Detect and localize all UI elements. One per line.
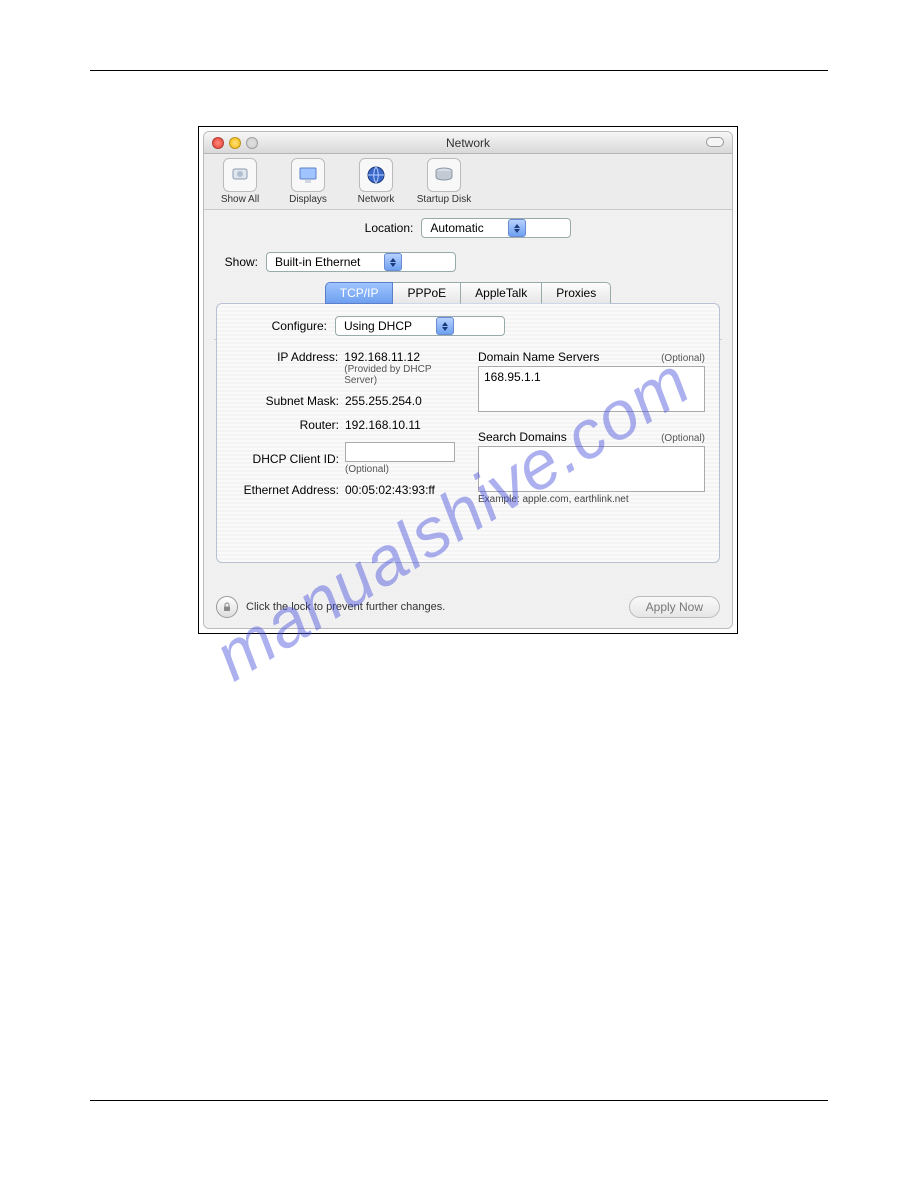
ip-address-row: IP Address: 192.168.11.12 (Provided by D… bbox=[231, 350, 466, 386]
toolbar-show-all[interactable]: Show All bbox=[212, 158, 268, 205]
lock-text: Click the lock to prevent further change… bbox=[246, 601, 445, 613]
router-label: Router: bbox=[231, 418, 339, 432]
tab-proxies[interactable]: Proxies bbox=[542, 282, 611, 304]
dhcp-client-label: DHCP Client ID: bbox=[231, 452, 339, 466]
show-all-icon bbox=[223, 158, 257, 192]
toolbar: Show All Displays Network Startup Disk bbox=[204, 154, 732, 210]
configure-value: Using DHCP bbox=[344, 319, 432, 333]
panel-columns: IP Address: 192.168.11.12 (Provided by D… bbox=[231, 350, 705, 505]
window-title: Network bbox=[204, 136, 732, 150]
subnet-row: Subnet Mask: 255.255.254.0 bbox=[231, 394, 466, 408]
configure-row: Configure: Using DHCP bbox=[231, 316, 705, 336]
location-label: Location: bbox=[365, 221, 414, 235]
show-select[interactable]: Built-in Ethernet bbox=[266, 252, 456, 272]
tcpip-panel: Configure: Using DHCP IP Address: 192.16… bbox=[216, 303, 720, 563]
chevron-updown-icon bbox=[436, 317, 454, 335]
ip-address-value: 192.168.11.12 bbox=[344, 350, 466, 364]
dns-label: Domain Name Servers bbox=[478, 350, 599, 364]
titlebar: Network bbox=[204, 132, 732, 154]
dns-textarea[interactable]: 168.95.1.1 bbox=[478, 366, 705, 412]
ethernet-value: 00:05:02:43:93:ff bbox=[345, 483, 435, 497]
dhcp-client-note: (Optional) bbox=[345, 464, 455, 475]
startup-disk-icon bbox=[427, 158, 461, 192]
dhcp-client-input[interactable] bbox=[345, 442, 455, 462]
dns-label-row: Domain Name Servers (Optional) bbox=[478, 350, 705, 364]
location-select[interactable]: Automatic bbox=[421, 218, 571, 238]
toolbar-label: Startup Disk bbox=[417, 194, 471, 205]
toolbar-label: Displays bbox=[289, 194, 327, 205]
search-domains-label: Search Domains bbox=[478, 430, 567, 444]
network-prefs-window: Network Show All Displays Network bbox=[203, 131, 733, 629]
configure-select[interactable]: Using DHCP bbox=[335, 316, 505, 336]
lock-button[interactable] bbox=[216, 596, 238, 618]
tab-tcpip[interactable]: TCP/IP bbox=[325, 282, 394, 304]
ip-address-note: (Provided by DHCP Server) bbox=[344, 364, 466, 386]
show-value: Built-in Ethernet bbox=[275, 255, 380, 269]
network-icon bbox=[359, 158, 393, 192]
chevron-updown-icon bbox=[384, 253, 402, 271]
panel-right-column: Domain Name Servers (Optional) 168.95.1.… bbox=[478, 350, 705, 505]
toolbar-displays[interactable]: Displays bbox=[280, 158, 336, 205]
router-row: Router: 192.168.10.11 bbox=[231, 418, 466, 432]
show-row: Show: Built-in Ethernet bbox=[214, 252, 732, 272]
location-row: Location: Automatic bbox=[204, 218, 732, 238]
location-value: Automatic bbox=[430, 221, 503, 235]
dns-optional: (Optional) bbox=[661, 353, 705, 364]
search-domains-optional: (Optional) bbox=[661, 433, 705, 444]
lock-icon bbox=[221, 601, 233, 613]
window-body: Location: Automatic Show: Built-in Ether… bbox=[204, 210, 732, 628]
displays-icon bbox=[291, 158, 325, 192]
chevron-updown-icon bbox=[508, 219, 526, 237]
tab-pppoe[interactable]: PPPoE bbox=[393, 282, 461, 304]
subnet-label: Subnet Mask: bbox=[231, 394, 339, 408]
lock-row: Click the lock to prevent further change… bbox=[216, 596, 445, 618]
show-label: Show: bbox=[214, 255, 258, 269]
panel-left-column: IP Address: 192.168.11.12 (Provided by D… bbox=[231, 350, 466, 505]
tab-bar: TCP/IP PPPoE AppleTalk Proxies bbox=[204, 282, 732, 304]
subnet-value: 255.255.254.0 bbox=[345, 394, 422, 408]
ethernet-label: Ethernet Address: bbox=[231, 483, 339, 497]
configure-label: Configure: bbox=[231, 319, 327, 333]
ip-address-label: IP Address: bbox=[231, 350, 338, 364]
apply-now-button[interactable]: Apply Now bbox=[629, 596, 720, 618]
toolbar-network[interactable]: Network bbox=[348, 158, 404, 205]
toolbar-toggle-icon[interactable] bbox=[706, 137, 724, 147]
router-value: 192.168.10.11 bbox=[345, 418, 421, 432]
search-domains-textarea[interactable] bbox=[478, 446, 705, 492]
window-footer: Click the lock to prevent further change… bbox=[216, 596, 720, 618]
toolbar-startup-disk[interactable]: Startup Disk bbox=[416, 158, 472, 205]
toolbar-label: Network bbox=[358, 194, 395, 205]
dhcp-client-row: DHCP Client ID: (Optional) bbox=[231, 442, 466, 475]
toolbar-label: Show All bbox=[221, 194, 259, 205]
page-rule-top bbox=[90, 70, 828, 71]
tab-appletalk[interactable]: AppleTalk bbox=[461, 282, 542, 304]
search-domains-example: Example: apple.com, earthlink.net bbox=[478, 494, 705, 505]
search-label-row: Search Domains (Optional) bbox=[478, 430, 705, 444]
ethernet-row: Ethernet Address: 00:05:02:43:93:ff bbox=[231, 483, 466, 497]
screenshot-frame: Network Show All Displays Network bbox=[198, 126, 738, 634]
page-rule-bottom bbox=[90, 1100, 828, 1101]
